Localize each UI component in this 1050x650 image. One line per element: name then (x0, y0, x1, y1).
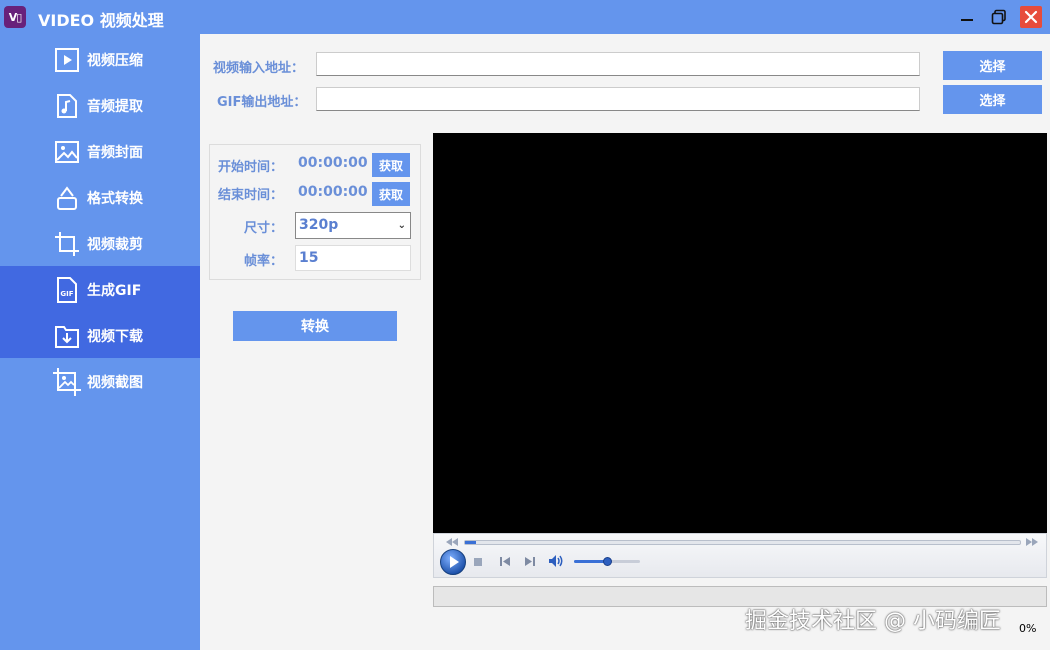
next-icon[interactable] (524, 556, 536, 567)
size-select[interactable]: 320p ⌄ (295, 212, 411, 239)
sidebar-item-format-convert[interactable]: 格式转换 (0, 174, 200, 220)
app-logo-icon: V▯ (4, 6, 26, 28)
crop-icon (55, 232, 79, 256)
input-path-label: 视频输入地址： (213, 61, 305, 76)
download-icon (55, 326, 79, 348)
previous-icon[interactable] (499, 556, 511, 567)
sidebar-item-video-cut[interactable]: 视频裁剪 (0, 220, 200, 266)
watermark: 掘金技术社区 @ 小码编匠 (745, 609, 1001, 634)
sidebar: 视频压缩 音频提取 音频封面 格式转换 视频裁剪 GIF 生成GIF 视频下载 … (0, 34, 200, 650)
select-input-button[interactable]: 选择 (943, 51, 1042, 80)
title-bar: V▯ VIDEO 视频处理 (0, 0, 1050, 34)
gif-options-panel: 开始时间： 00:00:00 获取 结束时间： 00:00:00 获取 尺寸： … (209, 144, 421, 280)
convert-icon (57, 186, 77, 210)
volume-slider[interactable] (574, 557, 640, 566)
close-button[interactable] (1020, 6, 1042, 28)
sidebar-item-audio-extract[interactable]: 音频提取 (0, 82, 200, 128)
sidebar-item-video-compress[interactable]: 视频压缩 (0, 36, 200, 82)
screenshot-crop-icon (53, 368, 81, 396)
sidebar-item-label: 生成GIF (87, 283, 142, 299)
window-title: VIDEO 视频处理 (38, 11, 164, 30)
close-icon (1024, 10, 1038, 24)
get-start-time-button[interactable]: 获取 (372, 153, 410, 177)
chevron-down-icon: ⌄ (397, 220, 406, 231)
app-logo-text: V▯ (8, 10, 23, 24)
sidebar-item-label: 视频截图 (87, 375, 143, 391)
output-path-label: GIF输出地址： (217, 95, 307, 110)
progress-percent: 0% (1019, 622, 1037, 635)
end-time-label: 结束时间： (217, 188, 283, 203)
music-file-icon (57, 94, 77, 118)
minimize-button[interactable] (956, 6, 978, 28)
minimize-icon (961, 19, 973, 21)
sidebar-item-video-download[interactable]: 视频下载 (0, 312, 200, 358)
volume-knob[interactable] (603, 557, 612, 566)
size-label: 尺寸： (243, 221, 283, 236)
stop-icon[interactable] (473, 557, 483, 567)
end-time-value: 00:00:00 (298, 184, 368, 200)
sidebar-item-label: 音频封面 (87, 145, 143, 161)
sidebar-item-label: 格式转换 (87, 191, 143, 207)
sidebar-item-video-screenshot[interactable]: 视频截图 (0, 358, 200, 404)
seek-bar-fill (465, 541, 477, 544)
select-output-button[interactable]: 选择 (943, 85, 1042, 114)
player-controls (433, 533, 1047, 578)
output-path-field[interactable] (316, 87, 920, 111)
convert-button[interactable]: 转换 (233, 311, 397, 341)
volume-icon[interactable] (548, 554, 566, 568)
play-square-icon (55, 48, 79, 72)
gif-file-icon: GIF (57, 277, 77, 303)
play-button[interactable] (439, 548, 467, 576)
size-selected-value: 320p (299, 217, 339, 233)
sidebar-item-audio-cover[interactable]: 音频封面 (0, 128, 200, 174)
sidebar-item-label: 视频裁剪 (87, 237, 143, 253)
image-icon (55, 141, 79, 163)
svg-text:GIF: GIF (60, 290, 73, 298)
sidebar-item-label: 视频下载 (87, 329, 143, 345)
fps-label: 帧率： (243, 254, 283, 269)
restore-icon (991, 9, 1006, 25)
start-time-label: 开始时间： (217, 160, 283, 175)
fast-forward-icon[interactable] (1026, 538, 1038, 546)
video-player[interactable] (433, 133, 1047, 578)
input-path-field[interactable] (316, 52, 920, 76)
sidebar-item-label: 视频压缩 (87, 53, 143, 69)
sidebar-item-make-gif[interactable]: GIF 生成GIF (0, 266, 200, 312)
rewind-icon[interactable] (446, 538, 458, 546)
start-time-value: 00:00:00 (298, 155, 368, 171)
restore-button[interactable] (988, 6, 1010, 28)
get-end-time-button[interactable]: 获取 (372, 182, 410, 206)
sidebar-item-label: 音频提取 (87, 99, 143, 115)
fps-input[interactable]: 15 (295, 245, 411, 271)
seek-bar[interactable] (464, 540, 1021, 545)
